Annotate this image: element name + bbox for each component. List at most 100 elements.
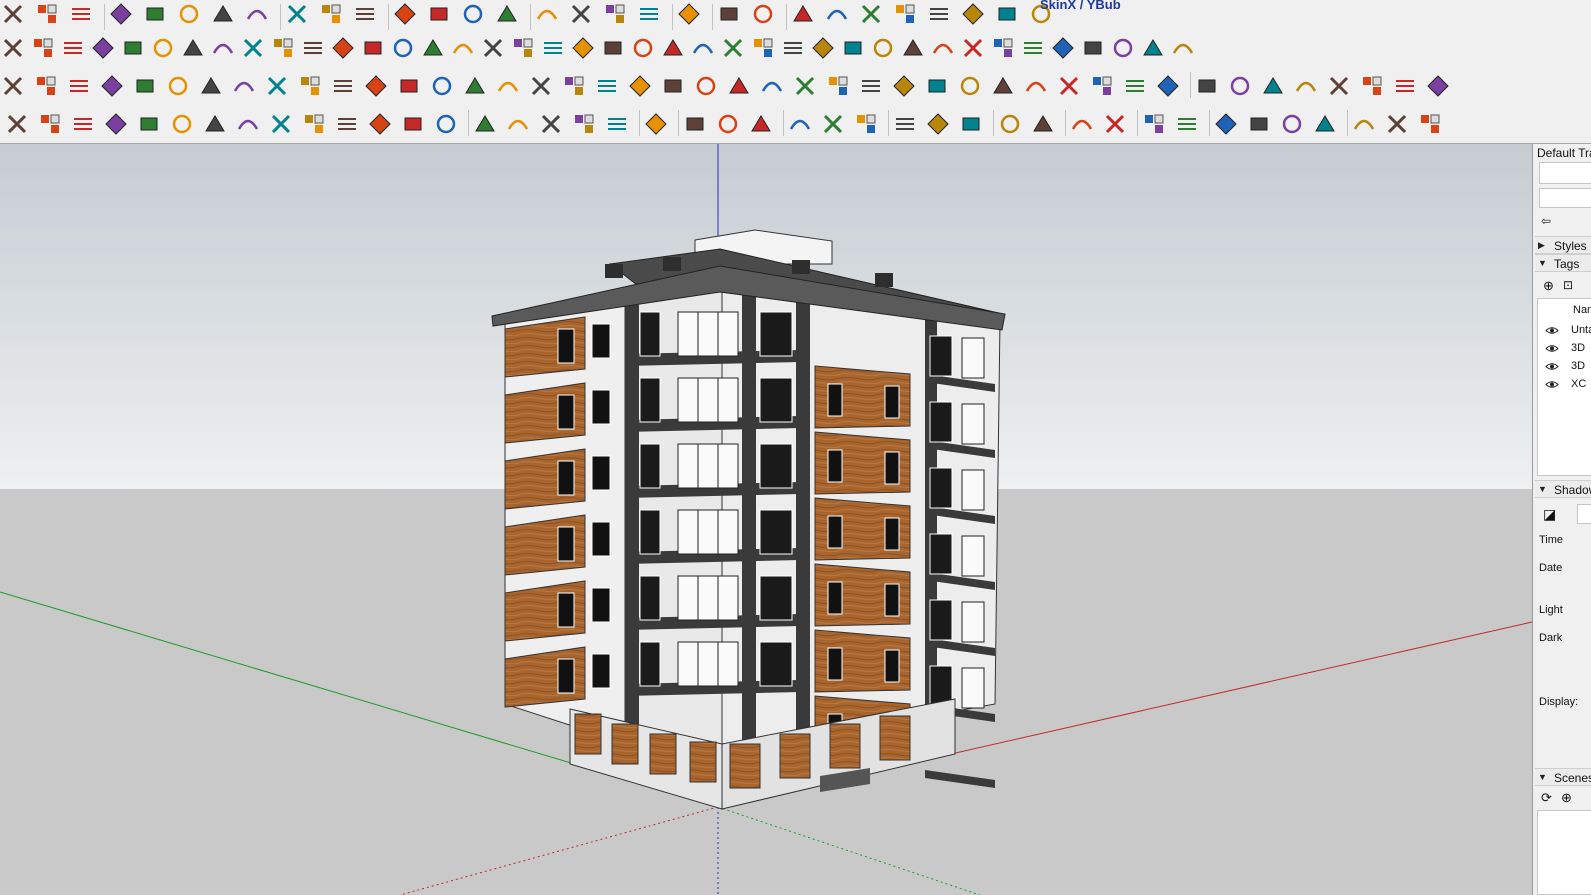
plan-icon[interactable] — [990, 73, 1016, 99]
paint-3d-icon[interactable] — [1326, 73, 1352, 99]
style-thumbnail[interactable] — [1539, 162, 1591, 184]
add-scene-icon[interactable]: ⊕ — [1561, 790, 1572, 806]
select-icon[interactable] — [682, 111, 708, 137]
layout-icon[interactable] — [1417, 111, 1443, 137]
spiral-icon[interactable] — [1080, 35, 1106, 61]
scale-icon[interactable] — [244, 1, 270, 27]
cut-icon[interactable] — [300, 35, 326, 61]
tag-row[interactable]: XC — [1535, 376, 1591, 394]
circle-spiral-icon[interactable] — [235, 111, 261, 137]
zigzag-icon[interactable] — [103, 111, 129, 137]
export-icon[interactable] — [825, 73, 851, 99]
shadows-section-header[interactable]: ▼Shadows — [1535, 480, 1591, 498]
add-folder-icon[interactable]: ⊡ — [1563, 278, 1573, 292]
fillet-icon[interactable] — [270, 35, 296, 61]
tape-measure-icon[interactable] — [284, 1, 310, 27]
section-plane-icon[interactable] — [604, 111, 630, 137]
pyramid-icon[interactable] — [561, 73, 587, 99]
array-icon[interactable] — [957, 73, 983, 99]
material-icon[interactable] — [891, 73, 917, 99]
polyline-icon[interactable] — [37, 111, 63, 137]
stack-3-icon[interactable] — [858, 1, 884, 27]
roof-view-icon[interactable] — [1246, 111, 1272, 137]
line-icon[interactable] — [0, 35, 26, 61]
skinx-icon[interactable] — [926, 1, 952, 27]
polygon-icon[interactable] — [120, 35, 146, 61]
fins-icon[interactable] — [990, 35, 1016, 61]
rotate-3d-icon[interactable] — [660, 73, 686, 99]
zoom-extents-icon[interactable] — [494, 1, 520, 27]
fence-icon[interactable] — [480, 35, 506, 61]
building-icon[interactable] — [716, 1, 742, 27]
paint-bucket-icon[interactable] — [68, 1, 94, 27]
zoom-icon[interactable] — [460, 1, 486, 27]
outliner-icon[interactable] — [636, 1, 662, 27]
ruled-icon[interactable] — [660, 35, 686, 61]
orbit-icon[interactable] — [392, 1, 418, 27]
loft-icon[interactable] — [390, 35, 416, 61]
curve-icon[interactable] — [330, 73, 356, 99]
angle-line-icon[interactable] — [571, 111, 597, 137]
dim-line-icon[interactable] — [892, 111, 918, 137]
ellipse-icon[interactable] — [538, 111, 564, 137]
walk-icon[interactable] — [643, 111, 669, 137]
account-icon[interactable] — [676, 1, 702, 27]
move-icon[interactable] — [176, 1, 202, 27]
arc-tool-icon[interactable] — [132, 73, 158, 99]
network-icon[interactable] — [792, 73, 818, 99]
sweep-icon[interactable] — [1110, 35, 1136, 61]
tag-icon[interactable] — [750, 1, 776, 27]
share-icon[interactable] — [1384, 111, 1410, 137]
style-thumbnail-2[interactable] — [1539, 188, 1591, 208]
panel-icon[interactable] — [840, 35, 866, 61]
time-zone-field[interactable] — [1577, 504, 1591, 524]
sandbox-icon[interactable] — [1359, 73, 1385, 99]
tag-row[interactable]: 3D — [1535, 340, 1591, 358]
truss-icon[interactable] — [900, 35, 926, 61]
cross-icon[interactable] — [429, 73, 455, 99]
stack-icon[interactable] — [790, 1, 816, 27]
rectangle-icon[interactable] — [202, 111, 228, 137]
hook-icon[interactable] — [334, 111, 360, 137]
offset-icon[interactable] — [30, 35, 56, 61]
eye-icon[interactable] — [1545, 380, 1559, 392]
bolt-icon[interactable] — [297, 73, 323, 99]
octagon-icon[interactable] — [472, 111, 498, 137]
scale-down-icon[interactable] — [748, 111, 774, 137]
rotate-icon[interactable] — [210, 1, 236, 27]
lasso-icon[interactable] — [34, 1, 60, 27]
cube-shade-icon[interactable] — [1293, 73, 1319, 99]
stack-2-icon[interactable] — [824, 1, 850, 27]
arc-bend-icon[interactable] — [367, 111, 393, 137]
grid-view-icon[interactable] — [1102, 111, 1128, 137]
split-icon[interactable] — [720, 35, 746, 61]
scatter-icon[interactable] — [1089, 73, 1115, 99]
zig-icon[interactable] — [433, 111, 459, 137]
shell-icon[interactable] — [510, 35, 536, 61]
lattice-icon[interactable] — [960, 35, 986, 61]
eye-icon[interactable] — [1545, 362, 1559, 374]
slats-icon[interactable] — [1020, 35, 1046, 61]
rounded-corner-icon[interactable] — [60, 35, 86, 61]
explode-icon[interactable] — [462, 73, 488, 99]
window-icon[interactable] — [165, 73, 191, 99]
twist-icon[interactable] — [627, 73, 653, 99]
columns-icon[interactable] — [450, 35, 476, 61]
tags-section-header[interactable]: ▼ Tags — [1535, 254, 1591, 272]
bridge-icon[interactable] — [810, 35, 836, 61]
swap-icon[interactable] — [1312, 111, 1338, 137]
circuit-icon[interactable] — [1155, 73, 1181, 99]
plane-icon[interactable] — [0, 73, 26, 99]
back-arrow-icon[interactable]: ⇦ — [1541, 214, 1551, 228]
arc-icon[interactable] — [210, 35, 236, 61]
loop-icon[interactable] — [594, 73, 620, 99]
paint-icon[interactable] — [352, 1, 378, 27]
viewport-canvas[interactable] — [0, 144, 1532, 895]
arc-2pt-icon[interactable] — [268, 111, 294, 137]
wall-view-icon[interactable] — [1174, 111, 1200, 137]
sphere-icon[interactable] — [180, 35, 206, 61]
push-pull-icon[interactable] — [142, 1, 168, 27]
tile-icon[interactable] — [1170, 35, 1196, 61]
text-icon[interactable] — [318, 1, 344, 27]
face-icon[interactable] — [33, 73, 59, 99]
